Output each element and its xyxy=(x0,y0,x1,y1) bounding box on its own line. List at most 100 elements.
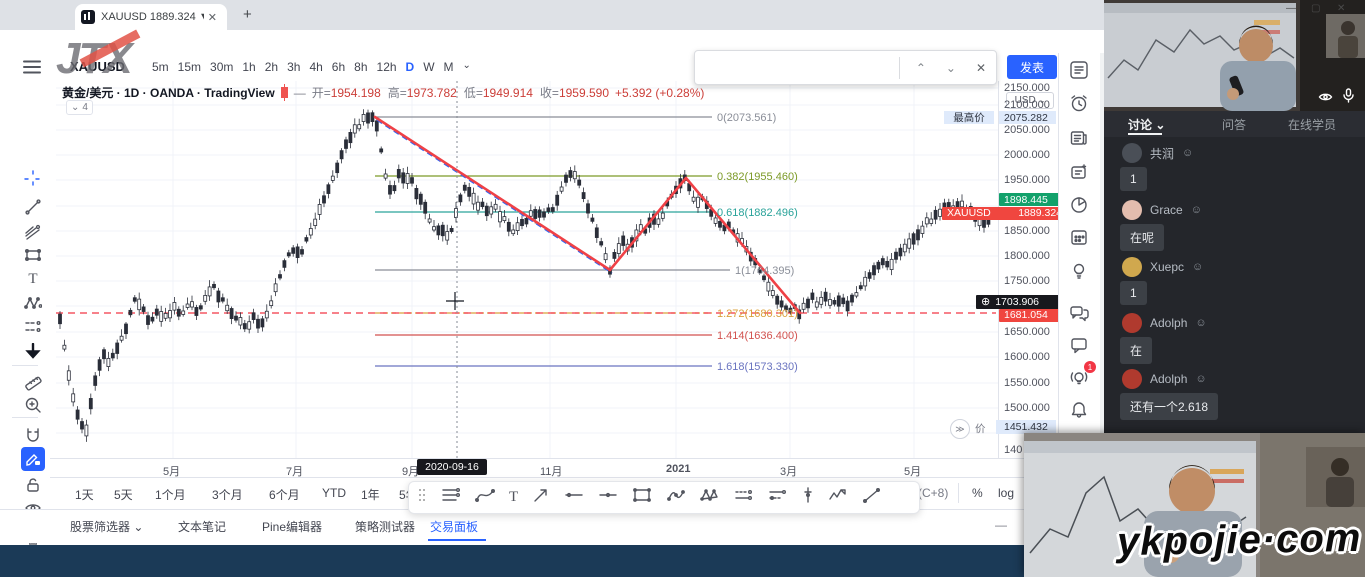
bottom-tab-股票筛选器[interactable]: 股票筛选器 ⌄ xyxy=(70,518,143,535)
alerts-clock-icon[interactable] xyxy=(1066,90,1092,116)
legend-title[interactable]: 黄金/美元 · 1D · OANDA · TradingView xyxy=(62,84,275,101)
percent-scale-button[interactable]: % xyxy=(972,486,983,500)
palette-polyline-icon[interactable] xyxy=(475,486,495,509)
stream-tab-在线学员[interactable]: 在线学员 xyxy=(1288,116,1336,133)
palette-drag-handle[interactable] xyxy=(417,487,427,508)
palette-cycle-pattern-icon[interactable] xyxy=(666,486,686,509)
palette-rectangle-icon[interactable] xyxy=(632,486,652,509)
log-scale-button[interactable]: log xyxy=(998,486,1014,500)
publish-button[interactable]: 发表 xyxy=(1007,55,1057,79)
text-notes-icon[interactable] xyxy=(1066,159,1092,185)
stream-window-maximize[interactable]: ▢ xyxy=(1311,3,1320,14)
palette-lines-icon[interactable] xyxy=(441,486,461,509)
partial-price-tick: 140 xyxy=(1004,444,1022,456)
emoji-badge-icon: ☺ xyxy=(1192,261,1203,273)
private-chat-icon[interactable] xyxy=(1066,332,1092,358)
palette-xabcd-icon[interactable] xyxy=(700,486,720,509)
main-chart[interactable]: 0(2073.561)0.382(1955.460)0.618(1882.496… xyxy=(56,81,998,458)
stream-tab-讨论[interactable]: 讨论 ⌄ xyxy=(1128,116,1165,133)
timeframe-D[interactable]: D xyxy=(406,60,415,74)
bottom-tab-Pine编辑器[interactable]: Pine编辑器 xyxy=(262,518,322,535)
browser-tab[interactable]: XAUUSD 1889.324 ▼ -0.77% ✕ xyxy=(75,4,227,30)
find-input[interactable] xyxy=(705,57,893,79)
object-tree-chip[interactable]: ⌄ 4 xyxy=(66,100,93,115)
scroll-to-line-button[interactable]: ≫ xyxy=(950,419,970,439)
find-close-icon[interactable]: ✕ xyxy=(966,61,996,75)
palette-dotline-b-icon[interactable] xyxy=(768,486,788,509)
timeframe-8h[interactable]: 8h xyxy=(354,60,367,74)
public-chat-icon[interactable] xyxy=(1066,300,1092,326)
timeframe-3h[interactable]: 3h xyxy=(287,60,300,74)
crosshair-tool-icon[interactable] xyxy=(21,167,45,191)
palette-vertical-icon[interactable] xyxy=(802,486,814,509)
timezone-label[interactable]: (C+8) xyxy=(918,486,948,500)
chat-avatar xyxy=(1122,143,1142,163)
trend-line-tool-icon[interactable] xyxy=(21,195,45,219)
palette-zigzag-icon[interactable] xyxy=(828,486,848,509)
new-tab-button[interactable]: + xyxy=(243,6,252,23)
range-1天[interactable]: 1天 xyxy=(75,486,94,503)
find-prev-icon[interactable]: ⌃ xyxy=(906,61,936,75)
panel-collapse-button[interactable]: — xyxy=(995,518,1007,532)
watchlist-icon[interactable] xyxy=(1066,57,1092,83)
range-1年[interactable]: 1年 xyxy=(361,486,380,503)
palette-dotline-a-icon[interactable] xyxy=(734,486,754,509)
main-menu-icon[interactable] xyxy=(22,59,42,75)
bottom-tab-交易面板[interactable]: 交易面板 xyxy=(430,518,478,535)
shapes-tool-icon[interactable] xyxy=(21,243,45,267)
palette-hline-icon[interactable] xyxy=(564,486,584,509)
low-price-value: 1451.432 xyxy=(996,420,1056,434)
bottom-tab-文本笔记[interactable]: 文本笔记 xyxy=(178,518,226,535)
range-5天[interactable]: 5天 xyxy=(114,486,133,503)
range-6个月[interactable]: 6个月 xyxy=(269,486,300,503)
locked-drawing-tool-icon[interactable] xyxy=(21,447,45,471)
text-tool-icon[interactable]: T xyxy=(21,267,45,291)
bottom-tab-策略测试器[interactable]: 策略测试器 xyxy=(355,518,415,535)
timeframe-2h[interactable]: 2h xyxy=(265,60,278,74)
range-1个月[interactable]: 1个月 xyxy=(155,486,186,503)
palette-arrow-icon[interactable] xyxy=(532,486,550,509)
range-3个月[interactable]: 3个月 xyxy=(212,486,243,503)
timeframe-6h[interactable]: 6h xyxy=(332,60,345,74)
notifications-bell-icon[interactable] xyxy=(1066,397,1092,423)
forecast-tool-icon[interactable] xyxy=(21,315,45,339)
stream-window-close[interactable]: ✕ xyxy=(1337,3,1345,14)
pie-chart-icon[interactable] xyxy=(1066,192,1092,218)
palette-ray-icon[interactable] xyxy=(598,486,618,509)
timeframe-W[interactable]: W xyxy=(423,60,434,74)
find-next-icon[interactable]: ⌄ xyxy=(936,61,966,75)
xabcd-pattern-tool-icon[interactable] xyxy=(21,291,45,315)
ruler-tool-icon[interactable] xyxy=(21,369,45,393)
palette-trendline-icon[interactable] xyxy=(862,486,882,509)
timeframe-30m[interactable]: 30m xyxy=(210,60,233,74)
chat-message-header: Xuepc☺ xyxy=(1122,257,1203,277)
range-YTD[interactable]: YTD xyxy=(322,486,346,500)
pip-video[interactable]: ykpojie·com xyxy=(1024,433,1365,577)
chat-message-bubble: 在呢 xyxy=(1120,224,1164,251)
timeframe-15m[interactable]: 15m xyxy=(178,60,201,74)
timeframe-12h[interactable]: 12h xyxy=(377,60,397,74)
zoom-in-tool-icon[interactable] xyxy=(21,393,45,417)
lock-all-tool-icon[interactable] xyxy=(21,473,45,497)
economic-calendar-icon[interactable] xyxy=(1066,224,1092,250)
add-alert-plus-icon[interactable]: ⊕ xyxy=(981,295,990,308)
viewers-eye-icon[interactable] xyxy=(1318,90,1333,108)
magnet-tool-icon[interactable] xyxy=(21,423,45,447)
palette-text-icon[interactable]: T xyxy=(509,489,518,506)
timeframe-5m[interactable]: 5m xyxy=(152,60,169,74)
news-icon[interactable] xyxy=(1066,125,1092,151)
timeframe-1h[interactable]: 1h xyxy=(242,60,255,74)
timeframe-M[interactable]: M xyxy=(444,60,454,74)
timeframe-more-icon[interactable]: ⌄ xyxy=(463,60,471,74)
stream-tab-问答[interactable]: 问答 xyxy=(1222,116,1246,133)
stream-window-minimize[interactable]: — xyxy=(1286,3,1296,14)
mic-icon[interactable] xyxy=(1342,88,1355,108)
timeframe-4h[interactable]: 4h xyxy=(309,60,322,74)
ideas-lightbulb-icon[interactable] xyxy=(1066,258,1092,284)
crosshair-price-badge[interactable]: ⊕ 1703.906 xyxy=(976,295,1067,309)
chat-message-list[interactable]: 共润☺1Grace☺在呢Xuepc☺1Adolph☺在Adolph☺还有一个2.… xyxy=(1104,137,1365,433)
arrow-down-icon[interactable] xyxy=(21,339,45,363)
tab-close-icon[interactable]: ✕ xyxy=(204,9,221,26)
pitchfork-tool-icon[interactable] xyxy=(21,221,45,245)
streams-icon[interactable]: 1 xyxy=(1066,365,1092,391)
